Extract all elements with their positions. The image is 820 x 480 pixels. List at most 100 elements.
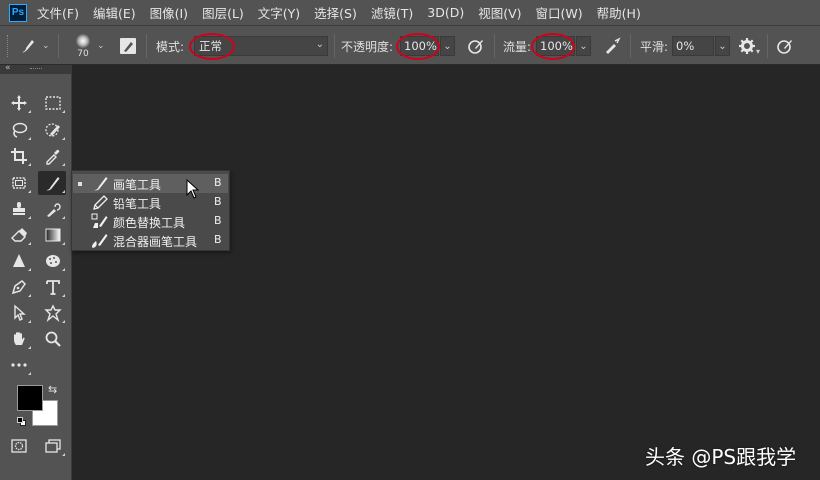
color-replacement-icon [91, 213, 108, 228]
move-icon [11, 95, 27, 111]
toolbar-grip[interactable] [30, 68, 42, 70]
brush-icon [46, 177, 60, 191]
flyout-item-pencil[interactable]: 铅笔工具 B [73, 193, 228, 212]
more-dots-icon [11, 363, 27, 367]
flyout-item-shortcut: B [214, 233, 222, 246]
brush-preset-icon [22, 40, 34, 53]
menu-help[interactable]: 帮助(H) [597, 3, 641, 22]
frame-tool[interactable] [6, 171, 32, 195]
airbrush-button[interactable] [602, 26, 622, 66]
history-brush-tool[interactable] [40, 197, 66, 221]
menu-view[interactable]: 视图(V) [478, 3, 521, 22]
quick-selection-icon [45, 123, 60, 137]
chevron-down-icon: ⌄ [42, 41, 50, 51]
marquee-tool[interactable] [40, 91, 66, 115]
pressure-opacity-icon [468, 40, 483, 54]
opacity-highlight-circle [396, 33, 440, 60]
sponge-tool[interactable] [40, 249, 66, 273]
brush-tip-icon [76, 33, 90, 48]
tools-panel: ⇆ [0, 74, 72, 480]
tool-preset-picker[interactable]: ⌄ [18, 26, 50, 66]
opacity-slider-toggle[interactable]: ⌄ [440, 36, 455, 56]
lasso-icon [12, 122, 28, 138]
mouse-cursor-icon [186, 179, 200, 199]
options-bar-grip[interactable] [7, 35, 10, 57]
airbrush-icon [606, 37, 621, 54]
lasso-tool[interactable] [6, 118, 32, 142]
menu-image[interactable]: 图像(I) [150, 3, 188, 22]
chevron-down-icon: ⌄ [315, 39, 324, 50]
smoothing-value: 0% [676, 39, 695, 53]
foreground-color-swatch[interactable] [17, 385, 43, 411]
default-colors-icon[interactable] [17, 417, 27, 427]
mode-highlight-circle [189, 33, 235, 60]
flyout-item-mixer-brush[interactable]: 混合器画笔工具 B [73, 231, 228, 250]
menu-select[interactable]: 选择(S) [314, 3, 357, 22]
collapse-panel-icon[interactable]: « [5, 63, 11, 73]
options-bar: ⌄ 70 ⌄ 模式: 正常 ⌄ 不透明度: 100% ⌄ 流量: 100% ⌄ … [0, 25, 820, 65]
edit-toolbar-button[interactable] [6, 353, 32, 377]
custom-shape-icon [44, 304, 62, 322]
zoom-icon [45, 331, 61, 347]
pressure-opacity-button[interactable] [466, 26, 486, 66]
stamp-tool[interactable] [6, 197, 32, 221]
path-selection-tool[interactable] [6, 301, 32, 325]
pen-tool[interactable] [6, 275, 32, 299]
menu-window[interactable]: 窗口(W) [536, 3, 583, 22]
type-icon [46, 280, 60, 295]
hand-tool[interactable] [6, 327, 32, 351]
selected-indicator [78, 182, 82, 186]
pressure-size-icon [777, 40, 792, 54]
move-tool[interactable] [6, 91, 32, 115]
type-tool[interactable] [40, 275, 66, 299]
photoshop-logo: Ps [9, 3, 27, 22]
brush-tools-flyout: 画笔工具 B 铅笔工具 B 颜色替换工具 B 混合器画笔工具 B [71, 170, 230, 251]
watermark-text: 头条 @PS跟我学 [645, 445, 797, 469]
rectangle-marquee-icon [45, 96, 61, 110]
toolbar-header: « [0, 63, 72, 74]
brush-tool[interactable] [38, 171, 66, 195]
smoothing-slider-toggle[interactable]: ⌄ [715, 36, 730, 56]
mixer-brush-icon [92, 234, 108, 248]
screen-mode-button[interactable] [40, 434, 66, 458]
gradient-tool[interactable] [40, 223, 66, 247]
flyout-item-color-replacement[interactable]: 颜色替换工具 B [73, 212, 228, 231]
smoothing-options-button[interactable]: ▾ [738, 26, 760, 66]
pressure-size-button[interactable] [775, 26, 795, 66]
menu-file[interactable]: 文件(F) [37, 3, 79, 22]
menu-3d[interactable]: 3D(D) [427, 5, 464, 20]
shape-tool[interactable] [40, 301, 66, 325]
smoothing-label: 平滑: [640, 39, 669, 54]
menu-edit[interactable]: 编辑(E) [93, 3, 136, 22]
menu-filter[interactable]: 滤镜(T) [371, 3, 413, 22]
flow-slider-toggle[interactable]: ⌄ [576, 36, 591, 56]
menu-type[interactable]: 文字(Y) [258, 3, 300, 22]
smoothing-field[interactable]: 0% [672, 36, 714, 56]
chevron-down-icon[interactable]: ⌄ [97, 26, 105, 66]
flyout-item-brush[interactable]: 画笔工具 B [73, 174, 228, 193]
eyedropper-tool[interactable] [40, 144, 66, 168]
hand-icon [14, 332, 25, 345]
quick-selection-tool[interactable] [40, 118, 66, 142]
eraser-tool[interactable] [6, 223, 32, 247]
quick-mask-button[interactable] [6, 434, 32, 458]
blur-tool[interactable] [6, 249, 32, 273]
menu-layer[interactable]: 图层(L) [202, 3, 244, 22]
zoom-tool[interactable] [40, 327, 66, 351]
frame-icon [12, 177, 26, 189]
eraser-icon [11, 228, 27, 242]
opacity-label: 不透明度: [341, 39, 394, 54]
chevron-down-icon: ▾ [756, 46, 761, 56]
brush-settings-toggle[interactable] [118, 26, 138, 66]
crop-tool[interactable] [6, 144, 32, 168]
path-selection-icon [14, 304, 26, 321]
eyedropper-icon [46, 149, 60, 165]
blur-icon [13, 254, 25, 267]
chevron-down-icon: ⌄ [443, 40, 452, 52]
brush-icon [94, 177, 108, 191]
swap-colors-icon[interactable]: ⇆ [48, 383, 57, 396]
brush-preset-picker[interactable]: 70 [76, 26, 90, 66]
clone-stamp-icon [13, 202, 25, 215]
flyout-item-shortcut: B [214, 176, 222, 189]
flyout-item-label: 混合器画笔工具 [113, 235, 198, 249]
